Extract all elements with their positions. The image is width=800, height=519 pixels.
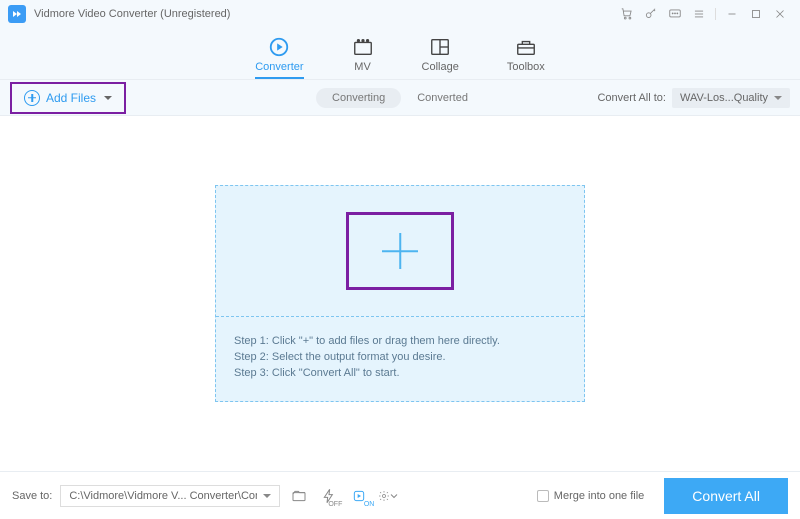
app-logo <box>8 5 26 23</box>
convert-all-button[interactable]: Convert All <box>664 478 788 514</box>
feedback-icon[interactable] <box>663 2 687 26</box>
save-path-value: C:\Vidmore\Vidmore V... Converter\Conver… <box>69 490 257 502</box>
plus-circle-icon <box>24 90 40 106</box>
menu-icon[interactable] <box>687 2 711 26</box>
add-files-button[interactable]: Add Files <box>16 86 120 110</box>
add-files-label: Add Files <box>46 91 96 105</box>
tab-mv[interactable]: MV <box>352 34 374 73</box>
subtab-converted[interactable]: Converted <box>401 88 484 108</box>
convert-all-to-value: WAV-Los...Quality <box>680 92 768 104</box>
add-big-plus-highlight <box>346 212 454 290</box>
step-3: Step 3: Click "Convert All" to start. <box>234 367 566 379</box>
convert-all-to-group: Convert All to: WAV-Los...Quality <box>597 88 790 108</box>
tab-converter[interactable]: Converter <box>255 34 303 79</box>
subbar: Add Files Converting Converted Convert A… <box>0 80 800 116</box>
converter-icon <box>268 36 290 58</box>
chevron-down-icon <box>774 96 782 100</box>
hs-on-badge: ON <box>364 501 375 508</box>
convert-all-to-select[interactable]: WAV-Los...Quality <box>672 88 790 108</box>
hardware-accel-icon[interactable]: OFF <box>318 485 340 507</box>
add-files-highlight: Add Files <box>10 82 126 114</box>
main-area: Step 1: Click "+" to add files or drag t… <box>0 116 800 471</box>
high-speed-icon[interactable]: ON <box>348 485 370 507</box>
merge-checkbox[interactable] <box>537 490 549 502</box>
merge-checkbox-group[interactable]: Merge into one file <box>537 490 645 502</box>
save-to-label: Save to: <box>12 490 52 502</box>
close-icon[interactable] <box>768 2 792 26</box>
step-2: Step 2: Select the output format you des… <box>234 351 566 363</box>
main-tabs: Converter MV Collage Toolbox <box>0 28 800 80</box>
dropzone-steps: Step 1: Click "+" to add files or drag t… <box>216 317 584 401</box>
maximize-icon[interactable] <box>744 2 768 26</box>
open-folder-icon[interactable] <box>288 485 310 507</box>
hw-off-badge: OFF <box>328 501 342 508</box>
subtab-converting[interactable]: Converting <box>316 88 401 108</box>
toolbox-icon <box>515 36 537 58</box>
tab-collage-label: Collage <box>422 61 459 73</box>
key-icon[interactable] <box>639 2 663 26</box>
step-1: Step 1: Click "+" to add files or drag t… <box>234 335 566 347</box>
titlebar: Vidmore Video Converter (Unregistered) <box>0 0 800 28</box>
tab-converter-label: Converter <box>255 61 303 73</box>
chevron-down-icon <box>104 96 112 100</box>
tab-toolbox[interactable]: Toolbox <box>507 34 545 73</box>
minimize-icon[interactable] <box>720 2 744 26</box>
cart-icon[interactable] <box>615 2 639 26</box>
subtabs-group: Converting Converted <box>316 88 484 108</box>
mv-icon <box>352 36 374 58</box>
app-title: Vidmore Video Converter (Unregistered) <box>34 8 230 20</box>
tab-mv-label: MV <box>354 61 371 73</box>
dropzone-top <box>216 186 584 316</box>
dropzone[interactable]: Step 1: Click "+" to add files or drag t… <box>215 185 585 402</box>
convert-all-to-label: Convert All to: <box>597 92 665 104</box>
plus-icon[interactable] <box>382 233 418 269</box>
tab-toolbox-label: Toolbox <box>507 61 545 73</box>
chevron-down-icon <box>263 494 271 498</box>
merge-label: Merge into one file <box>554 490 645 502</box>
settings-icon[interactable] <box>378 485 400 507</box>
tab-collage[interactable]: Collage <box>422 34 459 73</box>
collage-icon <box>429 36 451 58</box>
save-path-select[interactable]: C:\Vidmore\Vidmore V... Converter\Conver… <box>60 485 280 507</box>
footer: Save to: C:\Vidmore\Vidmore V... Convert… <box>0 471 800 519</box>
